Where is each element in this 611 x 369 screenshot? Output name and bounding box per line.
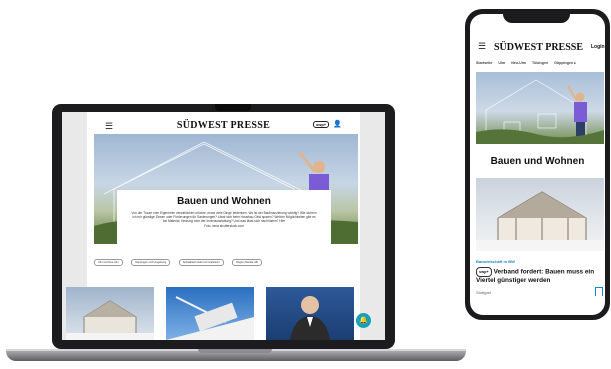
nav-goeppingen[interactable]: Göppingen ▸ bbox=[554, 61, 576, 65]
section-title: Bauen und Wohnen bbox=[490, 156, 585, 167]
login-link[interactable]: Login bbox=[591, 44, 605, 50]
article-headline[interactable]: swp+ Verband fordert: Bauen muss ein Vier… bbox=[476, 267, 601, 285]
nav-ulm[interactable]: Ulm bbox=[498, 61, 505, 65]
swp-plus-badge[interactable]: swp+ bbox=[313, 121, 330, 128]
hero-description: Von der Traum vom Eigenheim verwirkliche… bbox=[131, 211, 317, 228]
hero-image bbox=[476, 72, 604, 144]
bookmark-icon[interactable] bbox=[595, 287, 603, 296]
article-thumbnail-politician[interactable] bbox=[266, 287, 354, 340]
nav-startseite[interactable]: Startseite bbox=[476, 61, 492, 65]
chip-schwaebisch-hall[interactable]: Schwäbisch Hall und Crailsheim bbox=[178, 259, 224, 266]
nav-tuebingen[interactable]: Tübingen bbox=[532, 61, 548, 65]
article-headline-text[interactable]: Verband fordert: Bauen muss ein Viertel … bbox=[476, 269, 594, 284]
chip-goeppingen[interactable]: Göppingen und Umgebung bbox=[131, 259, 171, 266]
article-thumbnail-crane[interactable] bbox=[166, 287, 254, 340]
phone-notch bbox=[503, 11, 570, 23]
article-location: Stuttgart bbox=[476, 290, 492, 295]
notification-bell-button[interactable]: 🔔 bbox=[356, 313, 371, 328]
house-sketch-illustration bbox=[476, 79, 604, 144]
swp-plus-badge: swp+ bbox=[476, 267, 492, 277]
nav-neu-ulm[interactable]: Neu-Ulm bbox=[511, 61, 526, 65]
phone-screen: ☰ SÜDWEST PRESSE Login Startseite Ulm Ne… bbox=[470, 14, 605, 315]
laptop-opening-notch bbox=[198, 349, 272, 353]
user-icon[interactable]: 👤 bbox=[333, 120, 342, 128]
chip-ulm[interactable]: Ulm und Neu-Ulm bbox=[94, 259, 123, 266]
laptop-screen: ☰ SÜDWEST PRESSE swp+ 👤 Bauen und Wohnen… bbox=[62, 112, 385, 340]
hamburger-menu-icon[interactable]: ☰ bbox=[478, 41, 486, 52]
region-chips: Ulm und Neu-Ulm Göppingen und Umgebung S… bbox=[94, 259, 358, 267]
hero-image-credit: Foto: www.shutterstock.com bbox=[204, 223, 244, 228]
laptop-camera-notch bbox=[215, 104, 251, 111]
article-photo-construction[interactable] bbox=[476, 178, 604, 251]
site-logo[interactable]: SÜDWEST PRESSE bbox=[494, 42, 583, 53]
article-kicker: Bauwirtschaft in BW bbox=[476, 259, 515, 264]
hero-text-card: Bauen und Wohnen Von der Traum vom Eigen… bbox=[117, 190, 331, 248]
hero-title: Bauen und Wohnen bbox=[177, 196, 271, 207]
section-nav: Startseite Ulm Neu-Ulm Tübingen Göppinge… bbox=[476, 61, 605, 65]
chip-neckar-alb[interactable]: Region Neckar-Alb bbox=[232, 259, 262, 266]
article-thumbnail-construction[interactable] bbox=[66, 287, 154, 340]
hero-description-text: Von der Traum vom Eigenheim verwirkliche… bbox=[131, 211, 317, 224]
